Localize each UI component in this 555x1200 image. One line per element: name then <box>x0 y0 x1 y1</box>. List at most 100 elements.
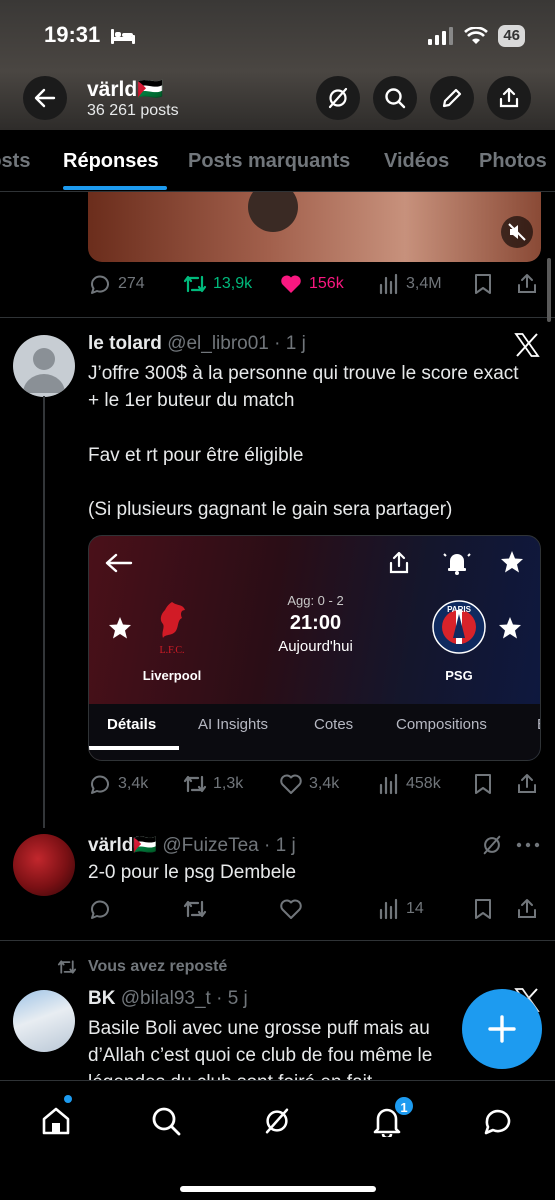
like-button[interactable]: 156k <box>279 273 344 295</box>
nav-search[interactable] <box>146 1101 186 1141</box>
match-tab-details: Détails <box>107 716 157 733</box>
compose-button[interactable] <box>462 989 542 1069</box>
view-count: 3,4M <box>406 275 442 292</box>
like-button[interactable]: 3,4k <box>279 773 339 795</box>
reply-button[interactable]: 274 <box>88 273 145 295</box>
grok-button[interactable] <box>316 76 360 120</box>
share-icon <box>388 551 410 575</box>
repost-context: Vous avez reposté <box>56 958 227 976</box>
message-icon <box>484 1109 511 1135</box>
psg-crest: PARIS <box>432 600 486 654</box>
home-icon <box>42 1107 70 1135</box>
match-card-image[interactable]: L.F.C. Liverpool Agg: 0 - 2 21:00 Aujour… <box>88 535 541 761</box>
favorite-away-star-icon <box>498 616 522 640</box>
repost-icon <box>183 275 207 293</box>
views-chart-icon <box>379 898 398 920</box>
tab-highlights[interactable]: Posts marquants <box>188 150 350 173</box>
tab-photos[interactable]: Photos <box>479 150 547 173</box>
tweet-text: Fav et rt pour être éligible <box>88 445 304 466</box>
grok-icon <box>328 87 348 109</box>
reply-icon <box>91 275 109 294</box>
view-count: 14 <box>406 900 424 917</box>
arrow-left-icon <box>34 88 56 108</box>
reply-button[interactable] <box>88 898 112 920</box>
post-actions: 274 13,9k 156k 3,4M <box>88 273 540 299</box>
grok-icon <box>265 1108 289 1134</box>
author-name[interactable]: värld🇵🇸 <box>88 835 157 856</box>
avatar[interactable] <box>13 990 75 1052</box>
author-handle[interactable]: @bilal93_t <box>121 988 211 1009</box>
bookmark-button[interactable] <box>473 773 493 795</box>
bookmark-icon <box>475 774 491 794</box>
views-button[interactable]: 14 <box>378 898 424 920</box>
share-button[interactable] <box>487 76 531 120</box>
edit-profile-button[interactable] <box>430 76 474 120</box>
post-actions: 3,4k 1,3k 3,4k 458k <box>88 773 540 799</box>
nav-home[interactable] <box>36 1101 76 1141</box>
repost-icon <box>183 900 207 918</box>
views-button[interactable]: 458k <box>378 773 441 795</box>
share-post-button[interactable] <box>516 898 538 920</box>
author-name[interactable]: BK <box>88 988 115 1009</box>
like-count: 3,4k <box>309 775 340 792</box>
like-count: 156k <box>309 275 344 292</box>
post-actions: 14 <box>88 898 540 924</box>
status-indicators: 46 <box>428 25 525 47</box>
pencil-icon <box>442 88 462 108</box>
repost-button[interactable]: 13,9k <box>183 273 252 295</box>
search-button[interactable] <box>373 76 417 120</box>
bookmark-icon <box>475 899 491 919</box>
bell-icon <box>443 550 471 576</box>
heart-icon <box>280 774 302 794</box>
bottom-navigation: 1 <box>0 1080 555 1200</box>
share-post-button[interactable] <box>516 773 538 795</box>
nav-messages[interactable] <box>478 1101 518 1141</box>
divider <box>0 940 555 941</box>
bookmark-button[interactable] <box>473 898 493 920</box>
tab-videos[interactable]: Vidéos <box>384 150 449 173</box>
views-chart-icon <box>379 273 398 295</box>
tab-replies[interactable]: Réponses <box>63 150 159 173</box>
repost-count: 13,9k <box>213 275 253 292</box>
profile-header: 19:31 46 värld🇵🇸 36 261 posts <box>0 0 555 130</box>
repost-icon <box>57 960 77 974</box>
video-player[interactable] <box>88 192 541 262</box>
more-options-icon[interactable] <box>516 842 540 848</box>
author-name[interactable]: le tolard <box>88 333 162 354</box>
share-icon <box>518 899 536 918</box>
tweet-time: 5 j <box>227 988 248 1009</box>
bookmark-button[interactable] <box>473 273 493 295</box>
avatar[interactable] <box>13 335 75 397</box>
tweet-text: Basile Boli avec une grosse puff mais au <box>88 1018 430 1039</box>
mute-button[interactable] <box>501 216 533 248</box>
arrow-left-icon <box>105 552 133 574</box>
tweet-text: (Si plusieurs gagnant le gain sera parta… <box>88 499 453 520</box>
star-icon <box>500 550 524 574</box>
match-tab-odds: Cotes <box>314 716 354 733</box>
author-handle[interactable]: @el_libro01 <box>167 333 269 354</box>
repost-icon <box>183 775 207 793</box>
profile-name: värld🇵🇸 <box>87 78 164 101</box>
tab-posts[interactable]: Posts <box>0 150 30 173</box>
x-logo-icon <box>514 333 540 357</box>
like-button[interactable] <box>279 898 303 920</box>
grok-icon[interactable] <box>481 834 503 856</box>
scrollbar[interactable] <box>547 258 551 322</box>
repost-button[interactable]: 1,3k <box>183 773 243 795</box>
reply-button[interactable]: 3,4k <box>88 773 148 795</box>
match-tab-indicator <box>89 746 179 750</box>
repost-count: 1,3k <box>213 775 244 792</box>
share-post-button[interactable] <box>516 273 538 295</box>
share-icon <box>499 87 519 108</box>
views-button[interactable]: 3,4M <box>378 273 442 295</box>
back-button[interactable] <box>23 76 67 120</box>
author-handle[interactable]: @FuizeTea <box>162 835 258 856</box>
nav-grok[interactable] <box>257 1101 297 1141</box>
notification-badge: 1 <box>393 1095 415 1117</box>
tweet-header: BK @bilal93_t · 5 j <box>88 988 248 1009</box>
avatar[interactable] <box>13 834 75 896</box>
tweet-header: värld🇵🇸 @FuizeTea · 1 j <box>88 835 296 856</box>
tweet-text: d’Allah c’est quoi ce club de fou même l… <box>88 1045 433 1066</box>
repost-button[interactable] <box>183 898 207 920</box>
search-icon <box>152 1107 181 1136</box>
